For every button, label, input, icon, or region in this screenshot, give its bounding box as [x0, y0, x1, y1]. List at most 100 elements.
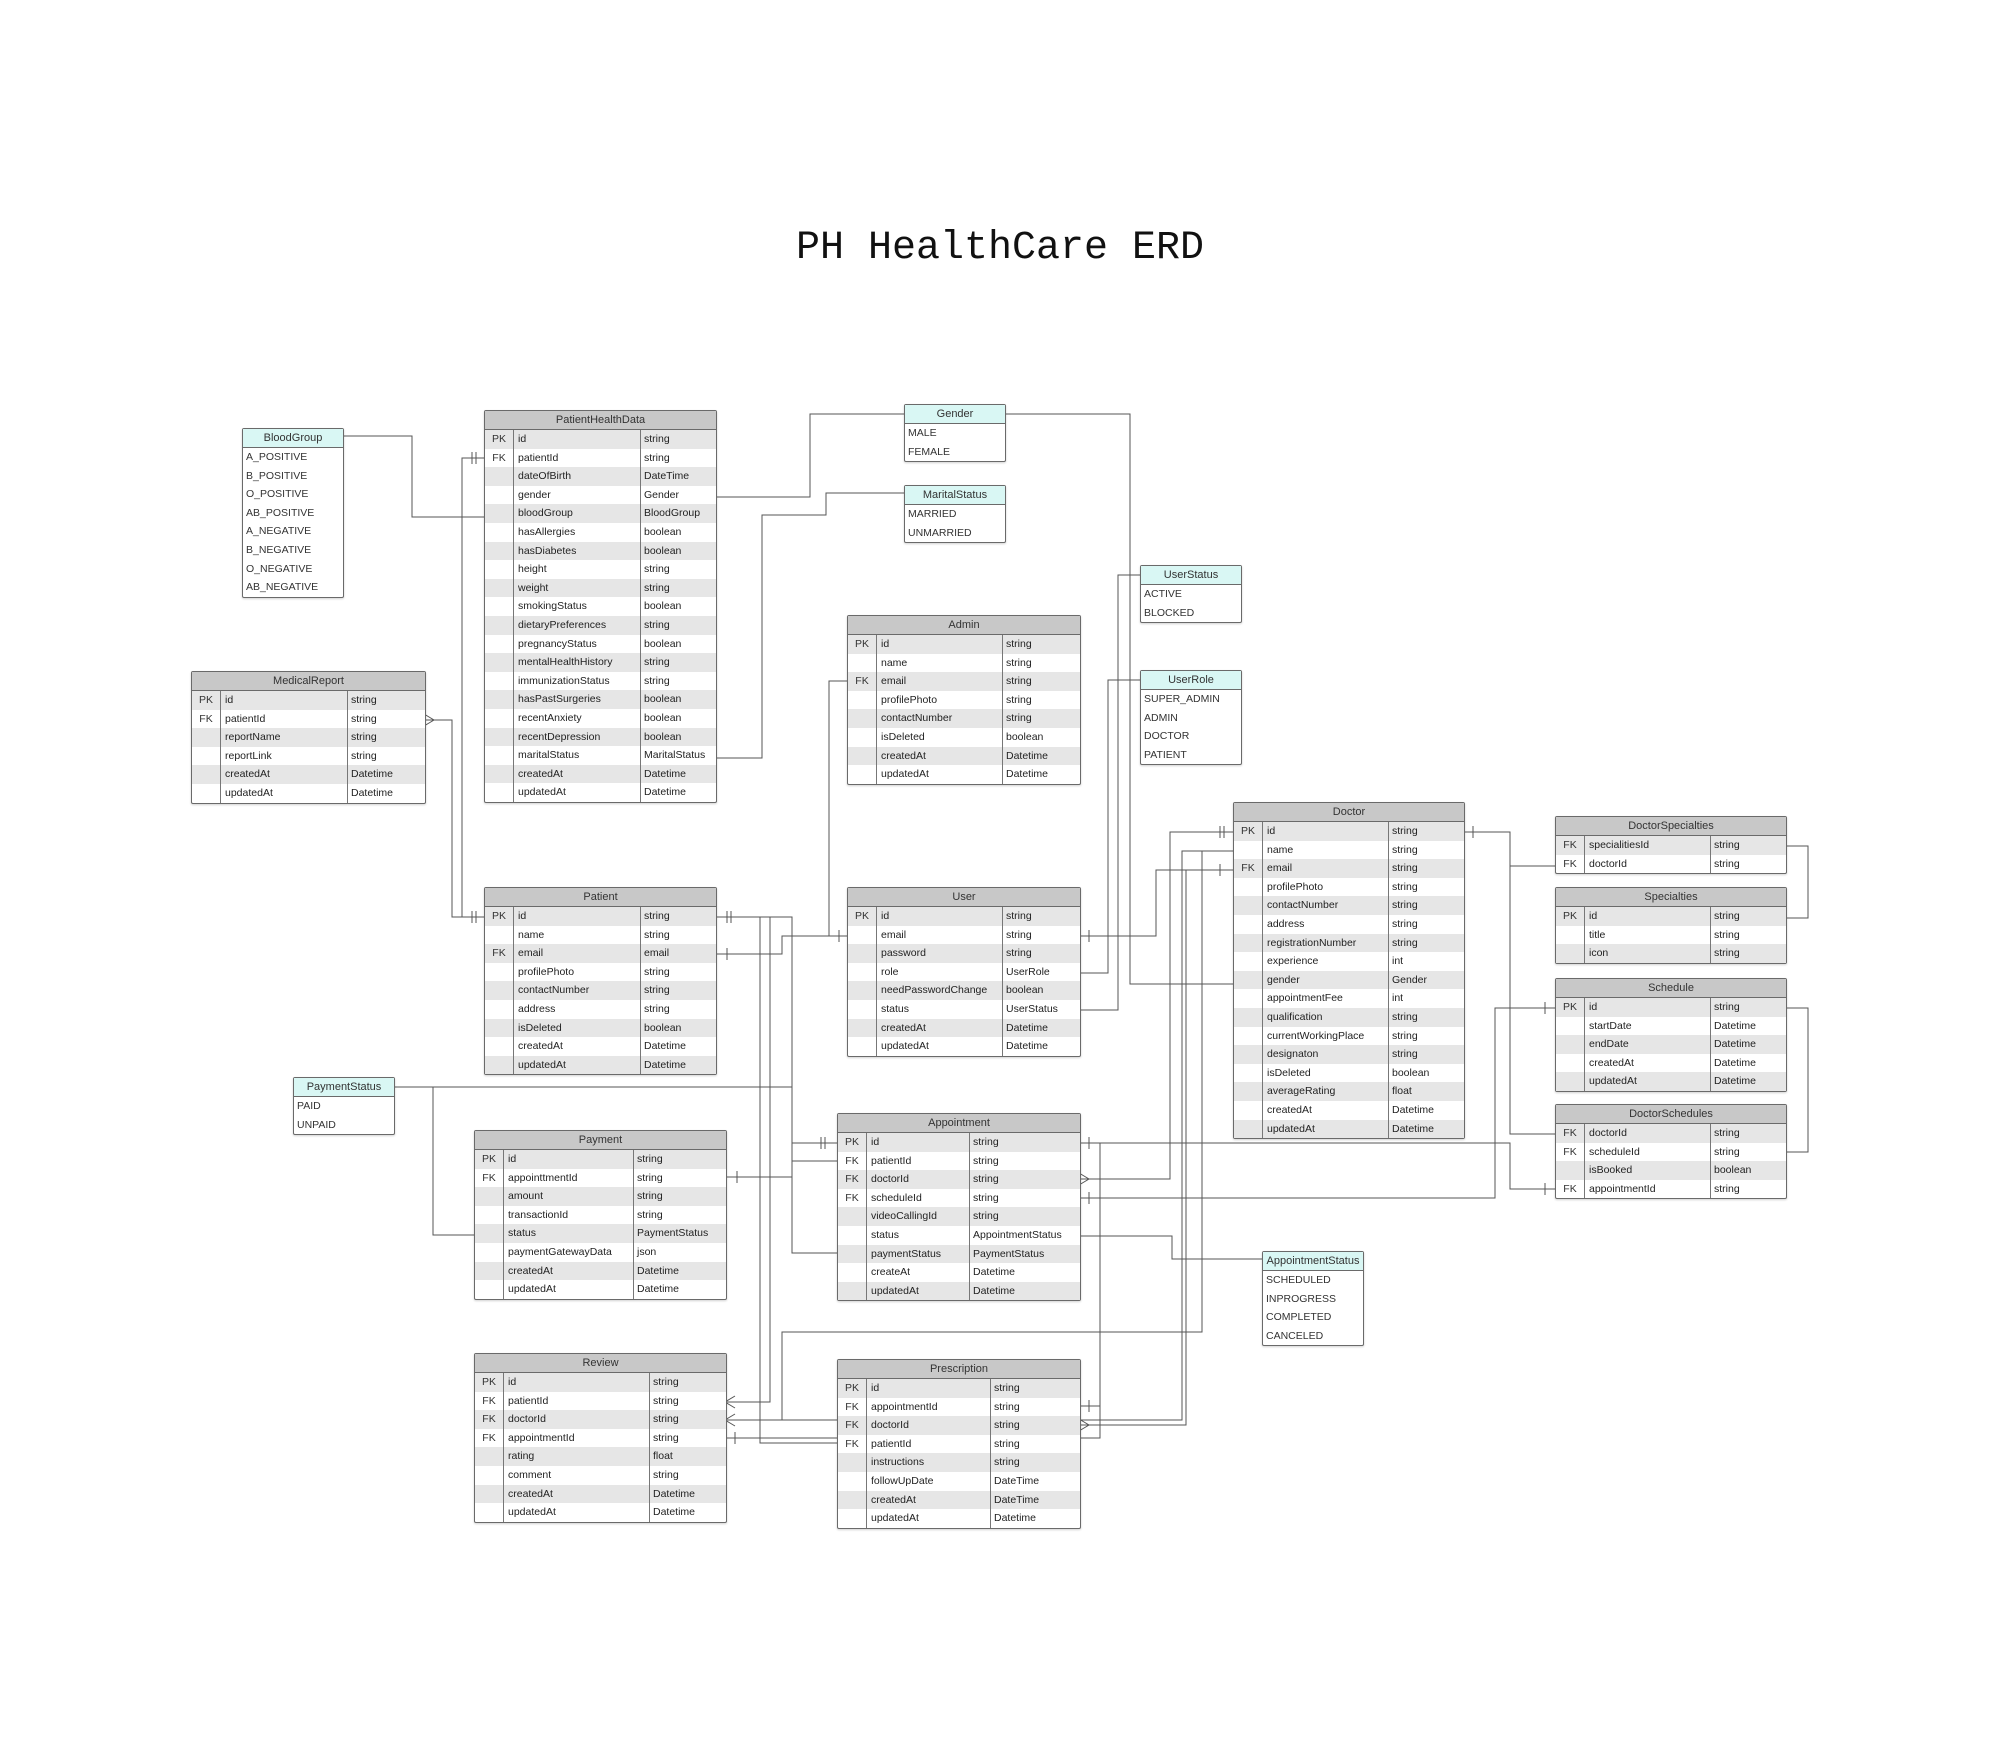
field-row: name string	[1234, 840, 1464, 860]
field-row: contactNumber string	[848, 709, 1080, 728]
field-name: updatedAt	[504, 1503, 650, 1522]
field-name: appointmentId	[867, 1397, 991, 1417]
field-row: PK id string	[848, 635, 1080, 654]
field-name: appointmentId	[504, 1428, 650, 1448]
field-name: startDate	[1585, 1016, 1711, 1036]
field-key	[838, 1263, 867, 1282]
field-name: id	[504, 1373, 650, 1392]
connector-userstatus	[1079, 574, 1140, 1011]
field-key	[485, 671, 514, 691]
enum-value: FEMALE	[908, 445, 951, 458]
field-row: FK doctorId string	[838, 1170, 1080, 1189]
field-type: string	[973, 1173, 999, 1186]
field-type: DateTime	[994, 1493, 1040, 1506]
field-name: comment	[504, 1465, 650, 1485]
field-type: UserRole	[1006, 965, 1050, 978]
field-row: smokingStatus boolean	[485, 597, 716, 616]
field-name: updatedAt	[514, 783, 641, 802]
field-name: immunizationStatus	[514, 671, 641, 691]
field-key: PK	[485, 430, 514, 449]
field-name: password	[877, 944, 1003, 963]
field-row: FK scheduleId string	[1556, 1142, 1786, 1162]
field-key	[1556, 1016, 1585, 1036]
field-type: PaymentStatus	[637, 1227, 709, 1240]
field-name: patientId	[514, 448, 641, 468]
field-row: title string	[1556, 925, 1786, 945]
field-name: id	[514, 907, 641, 926]
field-name: paymentStatus	[867, 1244, 970, 1264]
field-key: PK	[848, 907, 877, 926]
field-row: PK id string	[848, 907, 1080, 926]
entity-doctor-specialties: DoctorSpecialties FK specialitiesId string F…	[1555, 816, 1787, 875]
field-type: boolean	[644, 637, 682, 650]
enum-value: PATIENT	[1144, 748, 1187, 761]
field-type: string	[1006, 638, 1032, 650]
field-name: name	[514, 925, 641, 945]
field-type: string	[994, 1437, 1020, 1450]
field-key	[1234, 1082, 1263, 1101]
connector-doctor-doctorschedules	[1463, 831, 1555, 1135]
field-key	[475, 1261, 504, 1281]
field-row: PK id string	[475, 1373, 726, 1392]
field-type: string	[1392, 917, 1418, 930]
field-name: status	[867, 1225, 970, 1245]
connector-appointment-prescription	[1079, 1142, 1101, 1407]
field-type: string	[1392, 880, 1418, 893]
field-name: currentWorkingPlace	[1263, 1026, 1389, 1046]
field-name: height	[514, 560, 641, 579]
field-type: Datetime	[973, 1266, 1016, 1279]
field-type: string	[1006, 675, 1032, 688]
field-type: string	[644, 928, 670, 941]
field-type: boolean	[1006, 730, 1044, 743]
field-key	[1556, 925, 1585, 945]
field-type: Datetime	[644, 767, 687, 780]
field-name: rating	[504, 1447, 650, 1466]
field-name: updatedAt	[221, 783, 348, 803]
field-type: json	[637, 1245, 657, 1258]
field-key	[1234, 1007, 1263, 1027]
field-row: isBooked boolean	[1556, 1161, 1786, 1180]
field-name: reportLink	[221, 746, 348, 766]
field-key	[1234, 877, 1263, 897]
field-row: startDate Datetime	[1556, 1016, 1786, 1036]
field-row: createdAt Datetime	[848, 1018, 1080, 1038]
entity-doctor-schedules: DoctorSchedules FK doctorId string FK schedul…	[1555, 1104, 1787, 1200]
field-row: followUpDate DateTime	[838, 1471, 1080, 1491]
field-row: registrationNumber string	[1234, 933, 1464, 953]
field-row: FK appointmentId string	[475, 1428, 726, 1448]
connector-user-doctor	[1079, 869, 1233, 937]
field-type: Datetime	[637, 1264, 680, 1277]
field-row: profilePhoto string	[848, 690, 1080, 710]
entity-title: Patient	[485, 888, 716, 907]
field-key	[1234, 840, 1263, 860]
field-name: reportName	[221, 728, 348, 747]
field-type: string	[1392, 1029, 1418, 1042]
field-key: PK	[1234, 822, 1263, 841]
field-key	[1234, 1063, 1263, 1083]
field-row: FK doctorId string	[475, 1410, 726, 1429]
field-row: createdAt Datetime	[1556, 1053, 1786, 1073]
field-type: DateTime	[994, 1474, 1040, 1487]
field-name: specialitiesId	[1585, 836, 1711, 855]
field-type: string	[1714, 1145, 1740, 1158]
field-name: id	[877, 907, 1003, 926]
field-key	[1556, 1072, 1585, 1091]
field-type: float	[653, 1450, 673, 1463]
field-row: PK id string	[1556, 998, 1786, 1017]
field-name: createdAt	[1263, 1100, 1389, 1120]
field-key: FK	[848, 672, 877, 691]
field-type: string	[653, 1394, 679, 1407]
field-key	[848, 727, 877, 747]
field-key	[485, 578, 514, 598]
field-type: string	[1006, 910, 1032, 922]
field-row: FK patientId string	[485, 448, 716, 468]
field-type: string	[1714, 857, 1740, 870]
field-type: Datetime	[1392, 1122, 1435, 1135]
entity-title: DoctorSchedules	[1556, 1105, 1786, 1124]
field-row: FK doctorId string	[1556, 1124, 1786, 1143]
field-row: updatedAt Datetime	[485, 1055, 716, 1075]
field-key	[485, 764, 514, 784]
field-type: Datetime	[1392, 1103, 1435, 1116]
field-key: FK	[838, 1170, 867, 1189]
field-type: Datetime	[994, 1512, 1037, 1525]
